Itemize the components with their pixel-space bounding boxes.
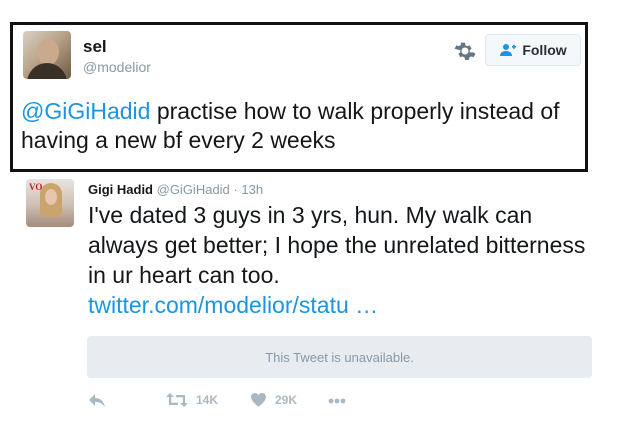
reply-header: Gigi Hadid @GiGiHadid · 13h <box>88 182 263 197</box>
mention-link[interactable]: @GiGiHadid <box>21 98 150 124</box>
like-button[interactable]: 29K <box>250 392 297 407</box>
more-icon <box>328 398 346 404</box>
like-count: 29K <box>275 392 298 407</box>
reply-button[interactable] <box>88 392 106 408</box>
retweet-count: 14K <box>196 393 219 407</box>
separator-dot: · <box>233 182 238 197</box>
reply-tweet-text: I've dated 3 guys in 3 yrs, hun. My walk… <box>88 200 588 320</box>
reply-display-name[interactable]: Gigi Hadid <box>88 182 153 197</box>
follow-button[interactable]: Follow <box>485 34 581 66</box>
embedded-avatar[interactable] <box>23 31 71 79</box>
reply-tweet-body: I've dated 3 guys in 3 yrs, hun. My walk… <box>88 202 586 288</box>
embedded-display-name[interactable]: sel <box>83 37 107 57</box>
gear-icon[interactable] <box>453 39 477 63</box>
quoted-tweet-unavailable: This Tweet is unavailable. <box>87 336 592 378</box>
embedded-handle[interactable]: @modelior <box>83 59 151 75</box>
reply-avatar[interactable]: VO <box>26 179 74 227</box>
reply-timestamp[interactable]: 13h <box>241 182 263 197</box>
embedded-tweet-card: sel @modelior Follow @GiGiHadid practise… <box>10 22 588 172</box>
retweet-button[interactable]: 14K <box>166 392 218 408</box>
follow-user-icon <box>500 44 517 56</box>
embedded-tweet-text: @GiGiHadid practise how to walk properly… <box>21 97 581 155</box>
retweet-icon <box>166 393 188 407</box>
reply-handle[interactable]: @GiGiHadid <box>157 182 230 197</box>
follow-label: Follow <box>522 42 567 58</box>
more-button[interactable] <box>328 398 346 404</box>
unavailable-text: This Tweet is unavailable. <box>265 349 414 365</box>
heart-icon <box>251 392 266 407</box>
status-link[interactable]: twitter.com/modelior/statu … <box>88 290 588 320</box>
reply-icon <box>89 394 105 407</box>
